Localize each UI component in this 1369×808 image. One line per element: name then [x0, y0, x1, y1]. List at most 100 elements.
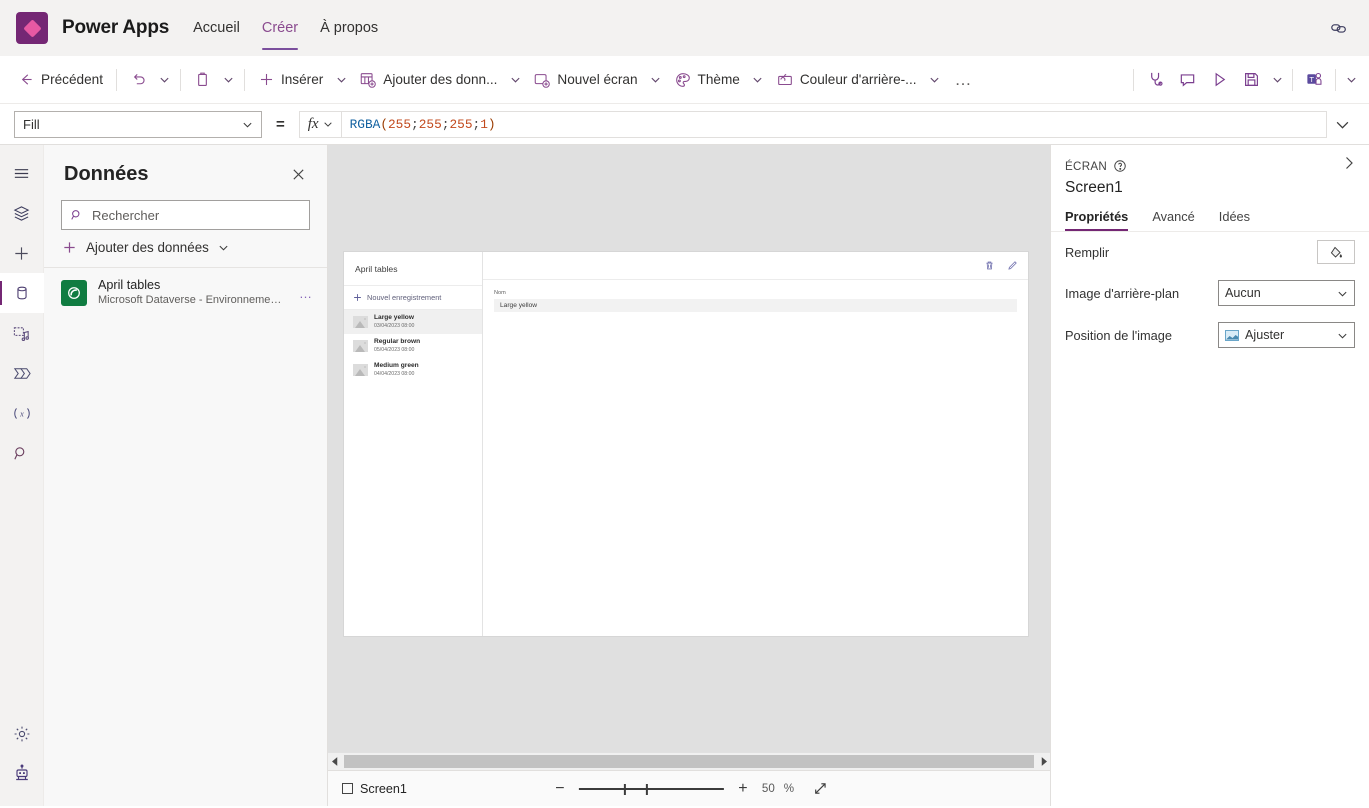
canvas-horizontal-scrollbar[interactable]	[328, 752, 1050, 770]
add-data-source-button[interactable]: Ajouter des données	[44, 230, 327, 268]
zoom-slider-handle[interactable]	[623, 783, 626, 795]
background-color-icon	[776, 71, 794, 89]
new-screen-button[interactable]: Nouvel écran	[525, 66, 645, 94]
paste-dropdown-chevron-down-icon[interactable]	[219, 69, 239, 90]
close-icon[interactable]	[287, 164, 309, 186]
formula-open-paren: (	[380, 116, 388, 132]
command-bar: Précédent Insérer Ajouter des donn... No…	[0, 56, 1369, 104]
display-form-control[interactable]: Nom Large yellow	[483, 252, 1028, 636]
scrollbar-thumb[interactable]	[344, 755, 1034, 768]
formula-input[interactable]: RGBA(255; 255; 255; 1)	[340, 110, 1327, 138]
new-record-button[interactable]: Nouvel enregistrement	[344, 286, 482, 310]
hamburger-menu-icon[interactable]	[0, 153, 44, 193]
save-icon[interactable]	[1235, 64, 1267, 96]
form-body: Nom Large yellow	[483, 280, 1028, 312]
zoom-percent-unit: %	[783, 782, 795, 795]
app-checker-icon[interactable]	[1139, 64, 1171, 96]
tree-view-icon[interactable]	[0, 193, 44, 233]
insert-chevron-down-icon[interactable]	[331, 69, 351, 90]
data-source-text: April tables Microsoft Dataverse - Envir…	[98, 278, 284, 308]
form-field-value[interactable]: Large yellow	[494, 299, 1017, 312]
theme-chevron-down-icon[interactable]	[748, 69, 768, 90]
gallery-row-date: 03/04/2023 08:00	[374, 323, 415, 329]
data-source-more-button[interactable]: …	[295, 286, 313, 301]
gallery-row-text: Regular brown 05/04/2023 08:00	[374, 338, 420, 354]
undo-button[interactable]	[122, 66, 155, 93]
settings-gear-icon[interactable]	[0, 714, 44, 754]
divider	[179, 68, 181, 91]
selected-control-name: Screen1	[1065, 179, 1123, 196]
scroll-right-arrow-icon[interactable]	[1036, 757, 1050, 766]
chevron-down-icon	[219, 245, 228, 251]
app-screen-preview[interactable]: April tables Nouvel enregistrement Large…	[344, 252, 1028, 636]
tab-avance[interactable]: Avancé	[1152, 209, 1194, 231]
new-screen-chevron-down-icon[interactable]	[646, 69, 666, 90]
pencil-icon[interactable]	[1007, 260, 1018, 271]
scrollbar-track[interactable]	[342, 755, 1036, 768]
insert-button[interactable]: Insérer	[250, 66, 331, 93]
chevron-down-icon	[1338, 291, 1347, 297]
formula-sep-2: ;	[472, 116, 481, 132]
chevron-right-icon[interactable]	[1341, 155, 1357, 176]
nav-item-creer[interactable]: Créer	[261, 0, 299, 56]
back-button[interactable]: Précédent	[10, 66, 111, 93]
formula-arg-2: 255	[449, 116, 473, 132]
trash-icon[interactable]	[984, 260, 995, 271]
comment-icon[interactable]	[1171, 64, 1203, 96]
image-position-dropdown[interactable]: Ajuster	[1218, 322, 1355, 348]
gallery-row[interactable]: Medium green 04/04/2023 08:00	[344, 358, 482, 382]
zoom-slider[interactable]	[578, 781, 724, 797]
fx-button[interactable]: fx	[298, 110, 341, 138]
variables-icon[interactable]: x	[0, 393, 44, 433]
media-icon[interactable]	[0, 313, 44, 353]
zoom-out-button[interactable]: −	[550, 780, 570, 797]
fit-screen-icon[interactable]	[813, 781, 828, 796]
scroll-left-arrow-icon[interactable]	[328, 757, 342, 766]
power-automate-icon[interactable]	[0, 353, 44, 393]
property-label: Position de l'image	[1065, 327, 1173, 343]
background-color-chevron-down-icon[interactable]	[925, 69, 945, 90]
publish-chevron-down-icon[interactable]	[1341, 69, 1361, 90]
more-commands-button[interactable]: …	[945, 68, 983, 92]
gallery-row-date: 05/04/2023 08:00	[374, 347, 415, 353]
record-thumbnail-icon	[353, 316, 368, 328]
save-chevron-down-icon[interactable]	[1267, 69, 1287, 90]
status-screen-name: Screen1	[360, 781, 407, 796]
tab-idees[interactable]: Idées	[1219, 209, 1250, 231]
copilot-robot-icon[interactable]	[0, 754, 44, 794]
add-data-button[interactable]: Ajouter des donn...	[351, 66, 505, 94]
background-color-button[interactable]: Couleur d'arrière-...	[768, 66, 925, 94]
gallery-row[interactable]: Regular brown 05/04/2023 08:00	[344, 334, 482, 358]
insert-plus-icon[interactable]	[0, 233, 44, 273]
gallery-row[interactable]: Large yellow 03/04/2023 08:00	[344, 310, 482, 334]
property-selector[interactable]: Fill	[14, 110, 262, 138]
tab-proprietes[interactable]: Propriétés	[1065, 209, 1129, 231]
search-icon[interactable]	[0, 433, 44, 473]
data-panel: Données Ajouter des données April table	[44, 145, 328, 806]
formula-expand-chevron-down-icon[interactable]	[1327, 117, 1357, 132]
search-input[interactable]	[92, 207, 301, 223]
data-search-box[interactable]	[61, 200, 310, 230]
zoom-in-button[interactable]: +	[733, 780, 753, 797]
data-source-item[interactable]: April tables Microsoft Dataverse - Envir…	[44, 268, 327, 318]
add-data-chevron-down-icon[interactable]	[505, 69, 525, 90]
status-screen-selector[interactable]: Screen1	[342, 782, 407, 796]
help-circle-icon[interactable]	[1113, 159, 1127, 173]
nav-item-a-propos[interactable]: À propos	[320, 0, 378, 56]
plus-icon	[354, 294, 361, 301]
fill-color-button[interactable]	[1317, 240, 1355, 264]
data-cylinder-icon[interactable]	[0, 273, 44, 313]
formula-sep-1: ;	[441, 116, 450, 132]
new-screen-icon	[533, 71, 551, 89]
teams-publish-icon[interactable]: T	[1298, 64, 1330, 96]
link-icon[interactable]	[1323, 12, 1355, 44]
paste-button[interactable]	[186, 66, 219, 93]
background-image-dropdown[interactable]: Aucun	[1218, 280, 1355, 306]
zoom-slider-marker	[645, 783, 648, 795]
undo-dropdown-chevron-down-icon[interactable]	[155, 69, 175, 90]
gallery-control[interactable]: April tables Nouvel enregistrement Large…	[344, 252, 483, 636]
theme-button[interactable]: Thème	[666, 66, 748, 94]
preview-play-icon[interactable]	[1203, 64, 1235, 96]
new-screen-label: Nouvel écran	[557, 72, 638, 87]
nav-item-accueil[interactable]: Accueil	[193, 0, 240, 56]
